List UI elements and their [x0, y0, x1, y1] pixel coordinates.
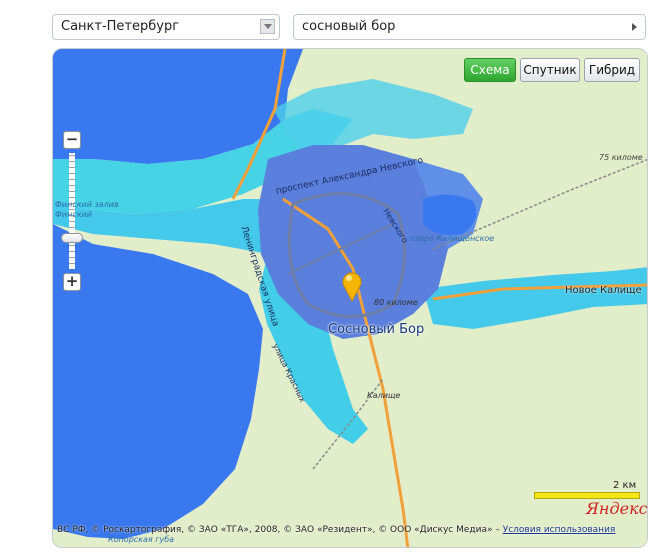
zoom-in-button[interactable]: +: [63, 273, 81, 291]
arrow-right-icon[interactable]: [632, 23, 637, 31]
terms-of-use-link[interactable]: Условия использования: [503, 525, 616, 535]
distance-label: 75 киломе: [599, 153, 643, 162]
map-type-scheme-button[interactable]: Схема: [464, 58, 516, 82]
bay-label: Копорская губа: [108, 535, 175, 544]
search-input-value: сосновый бор: [302, 19, 396, 34]
scale-bar: [534, 492, 640, 499]
distance-label: 80 киломе: [374, 298, 418, 307]
city-select-value: Санкт-Петербург: [61, 19, 180, 34]
map-pin-icon[interactable]: [339, 268, 365, 302]
town-label: Сосновый Бор: [328, 322, 425, 337]
bay-label: Финский залив: [55, 200, 119, 209]
yandex-logo[interactable]: Яндекс: [586, 499, 647, 518]
lake: [423, 194, 477, 236]
map-type-satellite-button[interactable]: Спутник: [520, 58, 580, 82]
station-label: Калище: [367, 391, 401, 400]
city-select[interactable]: Санкт-Петербург: [52, 14, 280, 40]
search-input[interactable]: сосновый бор: [293, 14, 646, 40]
copyright-text: ВС РФ, © Роскартография, © ЗАО «ТГА», 20…: [57, 525, 503, 535]
zoom-slider-thumb[interactable]: [61, 233, 83, 243]
map-type-hybrid-button[interactable]: Гибрид: [584, 58, 640, 82]
bay-label: Финский: [55, 210, 92, 219]
map-view[interactable]: Схема Спутник Гибрид − + Сосновый Бор Но…: [52, 48, 648, 548]
scale-label: 2 км: [613, 480, 637, 491]
lake-label: озеро Калищенское: [410, 234, 495, 243]
copyright-notice: ВС РФ, © Роскартография, © ЗАО «ТГА», 20…: [57, 525, 615, 535]
zoom-out-button[interactable]: −: [63, 131, 81, 149]
village-label: Новое Калище: [565, 285, 642, 296]
chevron-down-icon[interactable]: [260, 19, 275, 34]
